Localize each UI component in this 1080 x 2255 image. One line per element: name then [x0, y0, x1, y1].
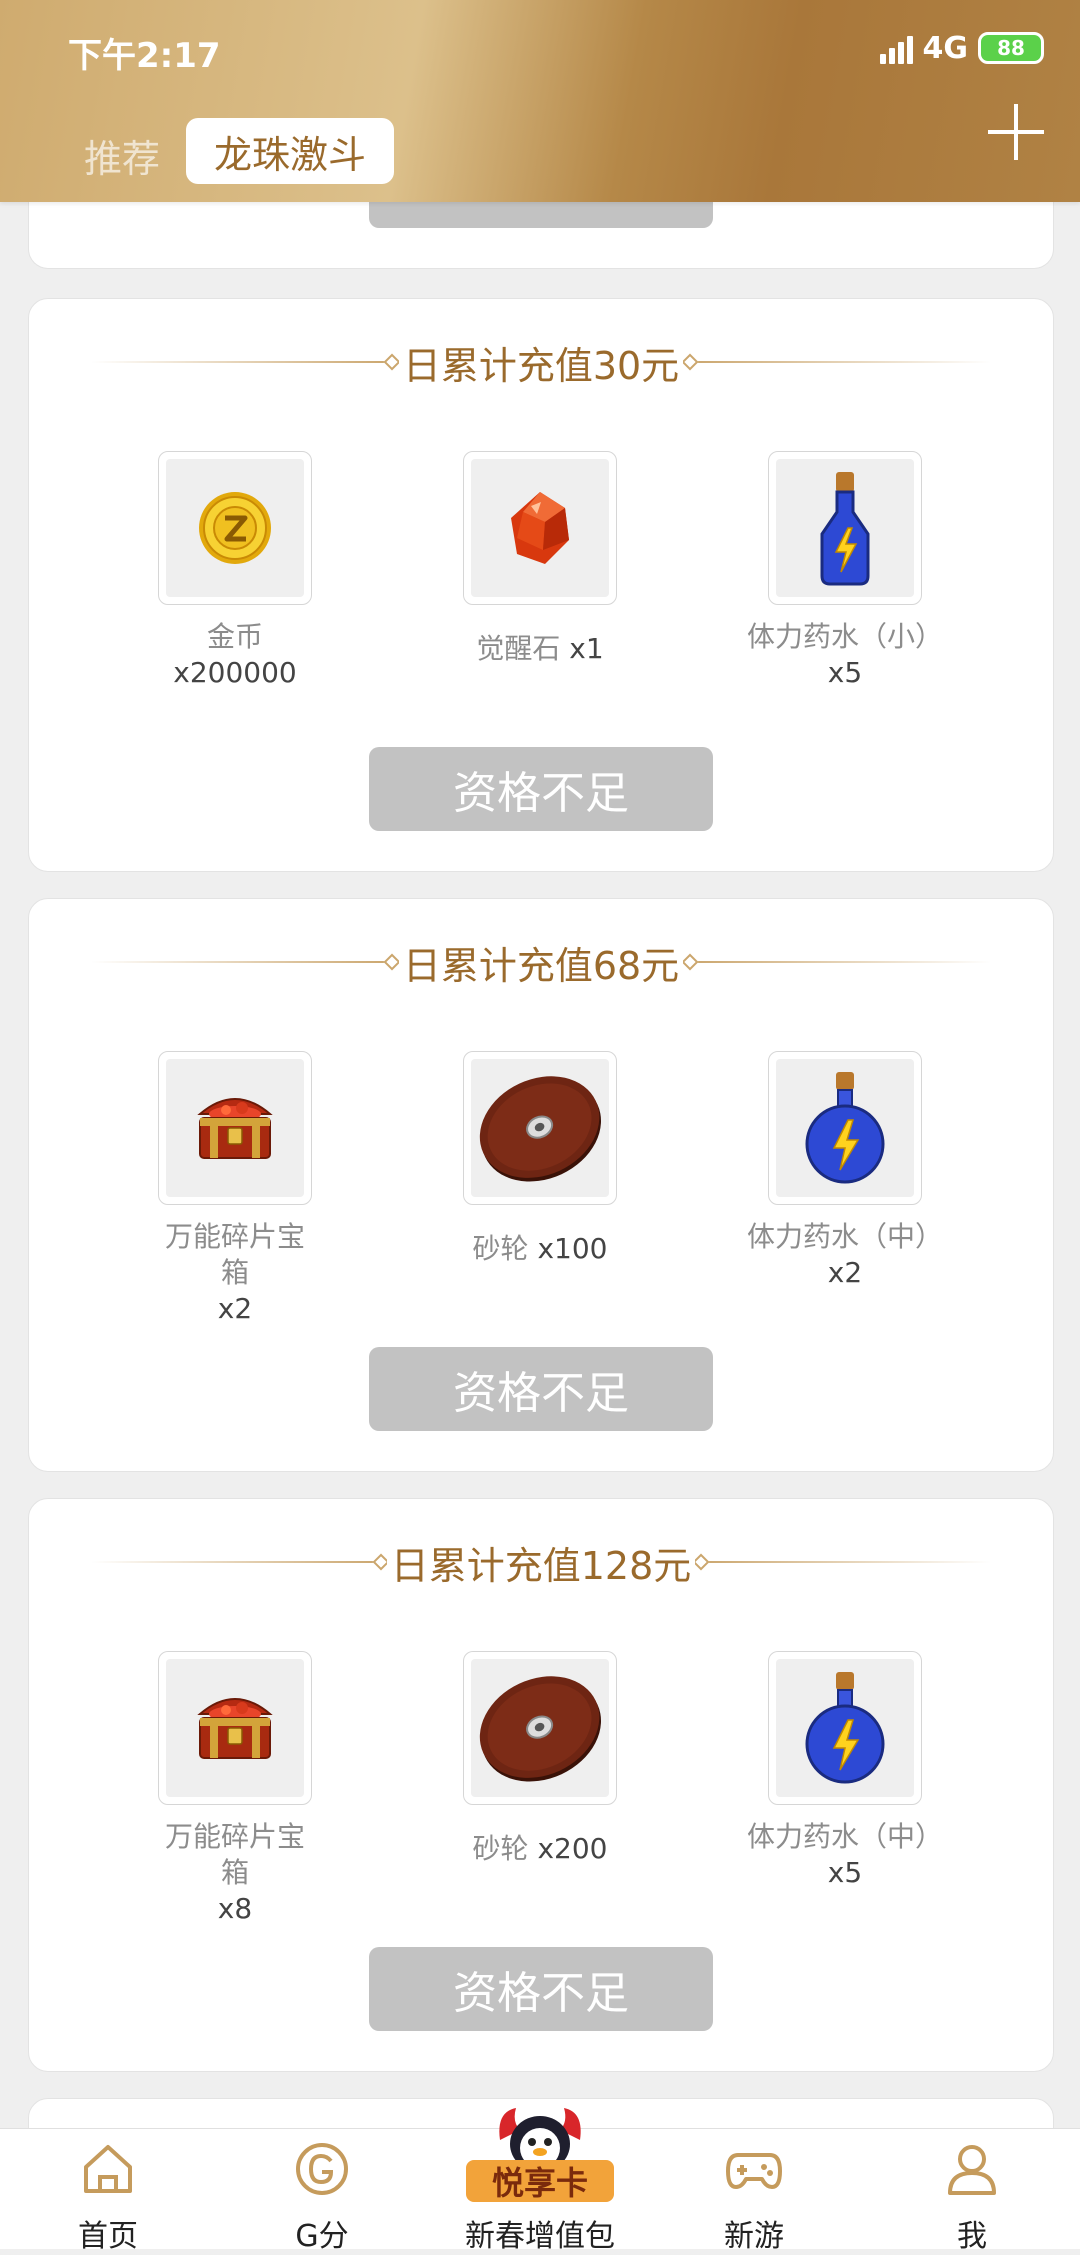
- promo-mascot[interactable]: 悦享卡: [450, 2100, 630, 2220]
- item-frame: [158, 1651, 312, 1805]
- item-frame: [158, 451, 312, 605]
- card-title: 日累计充值68元: [398, 934, 684, 990]
- battery-level: 88: [997, 36, 1025, 60]
- item-label: 体力药水（小） x5: [746, 620, 943, 689]
- title-decoration-right: [701, 1561, 991, 1563]
- item-qty: x8: [217, 1892, 253, 1925]
- claim-button-disabled[interactable]: 资格不足: [369, 1947, 713, 2031]
- card-title-row: 日累计充值30元: [29, 332, 1053, 392]
- item-label: 万能碎片宝箱 x8: [164, 1820, 305, 1925]
- home-icon: [84, 2145, 132, 2193]
- stamina-potion-small-icon: [776, 459, 914, 597]
- item-qty: x5: [827, 656, 863, 689]
- card-title-row: 日累计充值128元: [29, 1532, 1053, 1592]
- reward-card-68: 日累计充值68元 万能碎片宝箱 x2 砂轮 x100 体力药水（中） x2 资格…: [28, 898, 1054, 1472]
- stamina-potion-medium-icon: [776, 1059, 914, 1197]
- grinding-wheel-icon: [471, 1059, 609, 1197]
- claim-button-disabled[interactable]: 资格不足: [369, 747, 713, 831]
- item-label: 体力药水（中） x5: [746, 1820, 943, 1889]
- item-frame: [768, 451, 922, 605]
- nav-me[interactable]: 我: [882, 2129, 1062, 2254]
- item-qty: x200: [537, 1832, 608, 1865]
- reward-item[interactable]: 觉醒石 x1: [440, 451, 640, 667]
- item-qty: x1: [569, 632, 604, 665]
- card-title-row: 日累计充值68元: [29, 932, 1053, 992]
- title-decoration-right: [691, 361, 991, 363]
- app-header: 下午2:17 4G 88 推荐 龙珠激斗: [0, 0, 1080, 202]
- stamina-potion-medium-icon: [776, 1659, 914, 1797]
- tab-dragonball-fight[interactable]: 龙珠激斗: [186, 118, 394, 184]
- user-icon: [948, 2145, 996, 2195]
- title-decoration-left: [91, 1561, 381, 1563]
- awakening-stone-icon: [471, 459, 609, 597]
- item-frame: [768, 1651, 922, 1805]
- title-decoration-left: [91, 961, 391, 963]
- reward-item[interactable]: 万能碎片宝箱 x2: [135, 1051, 335, 1327]
- treasure-chest-icon: [166, 1059, 304, 1197]
- nav-games[interactable]: 新游: [664, 2129, 844, 2254]
- treasure-chest-icon: [166, 1659, 304, 1797]
- item-qty: x200000: [173, 656, 297, 689]
- reward-card-30: 日累计充值30元 金币 x200000 觉醒石 x1 体力药水（小） x5 资格…: [28, 298, 1054, 872]
- item-frame: [158, 1051, 312, 1205]
- reward-item[interactable]: 万能碎片宝箱 x8: [135, 1651, 335, 1927]
- status-time: 下午2:17: [68, 36, 221, 76]
- title-diamond-right: [681, 953, 699, 971]
- status-bar-right: 4G 88: [879, 28, 1044, 68]
- item-label: 万能碎片宝箱 x2: [164, 1220, 305, 1325]
- nav-games-label: 新游: [724, 2219, 784, 2254]
- nav-gscore-label: G分: [295, 2219, 349, 2254]
- promo-badge: 悦享卡: [466, 2160, 614, 2202]
- reward-item[interactable]: 体力药水（中） x5: [745, 1651, 945, 1891]
- reward-item[interactable]: 砂轮 x200: [440, 1651, 640, 1867]
- battery-icon: 88: [978, 32, 1044, 64]
- network-type: 4G: [922, 30, 969, 66]
- reward-card-128: 日累计充值128元 万能碎片宝箱 x8 砂轮 x200 体力药水（中） x5 资…: [28, 1498, 1054, 2072]
- item-qty: x100: [537, 1232, 608, 1265]
- item-qty: x2: [827, 1256, 863, 1289]
- claim-button-disabled[interactable]: 资格不足: [369, 1347, 713, 1431]
- item-label: 砂轮 x200: [472, 1832, 608, 1865]
- gamepad-icon: [726, 2153, 782, 2189]
- reward-item[interactable]: 体力药水（中） x2: [745, 1051, 945, 1291]
- grinding-wheel-icon: [471, 1659, 609, 1797]
- reward-item[interactable]: 砂轮 x100: [440, 1051, 640, 1267]
- item-qty: x5: [827, 1856, 863, 1889]
- reward-item[interactable]: 金币 x200000: [135, 451, 335, 691]
- card-title: 日累计充值30元: [398, 334, 684, 390]
- card-title: 日累计充值128元: [386, 1534, 696, 1590]
- item-frame: [463, 1651, 617, 1805]
- title-diamond-right: [681, 353, 699, 371]
- nav-gscore[interactable]: G分: [232, 2129, 412, 2254]
- item-qty: x2: [217, 1292, 253, 1325]
- tab-recommend[interactable]: 推荐: [84, 128, 160, 183]
- gold-coin-icon: [166, 459, 304, 597]
- item-frame: [463, 1051, 617, 1205]
- item-label: 砂轮 x100: [472, 1232, 608, 1265]
- nav-home[interactable]: 首页: [18, 2129, 198, 2254]
- nav-me-label: 我: [957, 2219, 987, 2254]
- item-label: 金币 x200000: [173, 620, 297, 689]
- item-frame: [463, 451, 617, 605]
- nav-home-label: 首页: [78, 2219, 138, 2254]
- add-icon[interactable]: [988, 104, 1044, 160]
- reward-item[interactable]: 体力药水（小） x5: [745, 451, 945, 691]
- item-label: 体力药水（中） x2: [746, 1220, 943, 1289]
- title-decoration-right: [691, 961, 991, 963]
- signal-icon: [879, 32, 913, 64]
- title-decoration-left: [91, 361, 391, 363]
- g-score-icon: [296, 2143, 348, 2195]
- item-frame: [768, 1051, 922, 1205]
- item-label: 觉醒石 x1: [476, 632, 604, 665]
